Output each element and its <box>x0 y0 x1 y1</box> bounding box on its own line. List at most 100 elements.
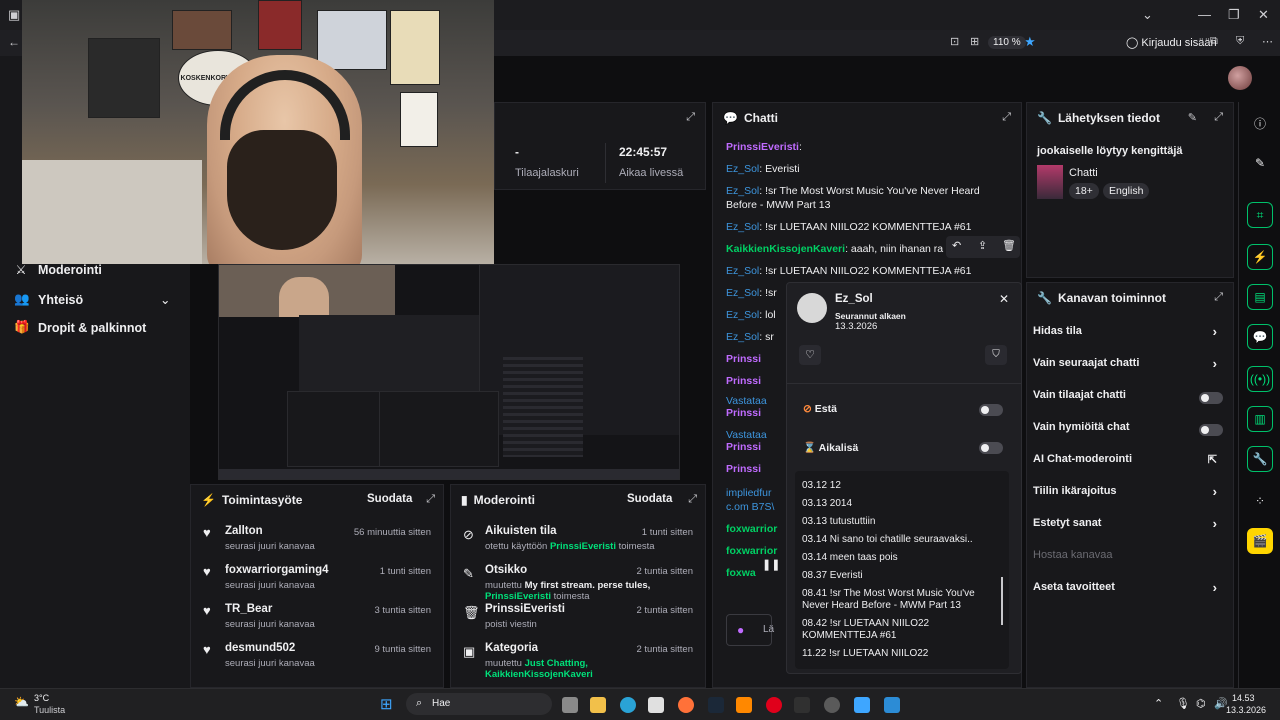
chevron-right-icon[interactable]: › <box>1213 356 1217 371</box>
expand-icon[interactable]: ⤢ <box>688 493 697 506</box>
chat-message[interactable]: Ez_Sol: !sr <box>726 286 784 300</box>
server-icon[interactable]: ▥ <box>1247 406 1273 432</box>
app-menu-icon[interactable]: ▣ <box>8 7 20 23</box>
crop-icon[interactable]: ⌗ <box>1247 202 1273 228</box>
lightning-icon[interactable]: ⚡ <box>1247 244 1273 270</box>
delete-icon[interactable]: 🗑 <box>1002 239 1016 252</box>
control-hidas-tila[interactable]: Hidas tila › <box>1033 324 1225 345</box>
timeout-toggle[interactable] <box>979 442 1003 454</box>
nav-item-moderation[interactable]: ⚔ Moderointi <box>14 262 102 278</box>
vlc-icon[interactable] <box>736 697 752 713</box>
tag-badge[interactable]: English <box>1103 183 1150 199</box>
chevron-right-icon[interactable]: › <box>1213 516 1217 531</box>
expand-icon[interactable]: ⤢ <box>1214 111 1223 124</box>
screen-icon[interactable]: ⊡ <box>950 35 959 48</box>
list-item[interactable]: ♥ desmund502 seurasi juuri kanavaa 9 tuntia… <box>191 638 443 674</box>
chevron-right-icon[interactable]: › <box>1213 324 1217 339</box>
edge-icon[interactable] <box>620 697 636 713</box>
chat-message[interactable]: impliedfur <box>726 486 784 500</box>
chat-message[interactable]: foxwarrior <box>726 544 784 558</box>
restore-icon[interactable]: ❐ <box>1228 7 1240 23</box>
shield-icon[interactable]: ⛨ <box>1236 35 1244 48</box>
app-icon[interactable] <box>884 697 900 713</box>
control-toggle[interactable] <box>1199 392 1223 404</box>
firefox-icon[interactable] <box>678 697 694 713</box>
chat-message[interactable]: Ez_Sol: lol <box>726 308 784 322</box>
chevron-up-icon[interactable]: ⌃ <box>1154 697 1163 710</box>
steam-icon[interactable] <box>708 697 724 713</box>
broadcast-icon[interactable]: ((•)) <box>1247 366 1273 392</box>
chat-message[interactable]: Prinssi <box>726 406 784 420</box>
control-vain-seuraajat-chatti[interactable]: Vain seuraajat chatti › <box>1033 356 1225 377</box>
expand-icon[interactable]: ⤢ <box>1214 291 1223 304</box>
minimize-icon[interactable]: — <box>1198 7 1211 22</box>
control-ai-chat-moderointi[interactable]: AI Chat-moderointi ⇱ <box>1033 453 1225 473</box>
nav-item-drops[interactable]: 🎁 Dropit & palkinnot <box>14 320 146 335</box>
chat-message[interactable]: Ez_Sol: sr <box>726 330 784 344</box>
chat-message[interactable]: Ez_Sol: !sr LUETAAN NIILO22 KOMMENTTEJA … <box>726 220 1002 234</box>
chat-message[interactable]: Prinssi <box>726 440 784 454</box>
dropdown-icon[interactable]: ⌄ <box>1142 7 1153 23</box>
list-item[interactable]: ♥ Zallton seurasi juuri kanavaa 56 minuutti… <box>191 521 443 557</box>
control-estetyt-sanat[interactable]: Estetyt sanat › <box>1033 516 1225 537</box>
apps-icon[interactable]: ⁘ <box>1247 488 1273 514</box>
favorite-star-icon[interactable]: ★ <box>1024 34 1036 50</box>
clock-time[interactable]: 14.53 <box>1232 693 1255 703</box>
list-item[interactable]: ▣ Kategoria muutettu Just Chatting, Kaikki… <box>451 638 705 680</box>
document-icon[interactable]: ▤ <box>1247 284 1273 310</box>
chat-message[interactable]: c.om B7S\ <box>726 500 784 514</box>
chat-message[interactable]: PrinssiEveristi: <box>726 140 1002 154</box>
files-icon[interactable] <box>562 697 578 713</box>
control-toggle[interactable] <box>1199 424 1223 436</box>
paint-icon[interactable] <box>854 697 870 713</box>
zoom-level[interactable]: 110 % <box>988 36 1026 49</box>
windows-start-icon[interactable]: ⊞ <box>380 695 393 713</box>
login-button[interactable]: ◯ Kirjaudu sisään <box>1126 36 1217 49</box>
info-icon[interactable]: ⓘ <box>1247 110 1273 136</box>
chat-message[interactable]: Ez_Sol: !sr LUETAAN NIILO22 KOMMENTTEJA … <box>726 264 1002 278</box>
opera-icon[interactable] <box>766 697 782 713</box>
expand-icon[interactable]: ⤢ <box>1002 111 1011 124</box>
chevron-down-icon[interactable]: ⌄ <box>160 292 170 307</box>
chevron-right-icon[interactable]: › <box>1213 580 1217 595</box>
chat-message[interactable]: Prinssi <box>726 352 784 366</box>
control-vain-tilaajat-chatti[interactable]: Vain tilaajat chatti <box>1033 389 1225 409</box>
chat-message[interactable]: Prinssi <box>726 374 784 388</box>
store-icon[interactable] <box>648 697 664 713</box>
weather-icon[interactable]: ⛅ <box>14 695 29 709</box>
close-window-icon[interactable]: ✕ <box>1258 7 1269 23</box>
terminal-icon[interactable] <box>794 697 810 713</box>
chat-input[interactable]: ● Lä <box>726 614 774 646</box>
expand-icon[interactable]: ⤢ <box>686 111 695 124</box>
nav-item-community[interactable]: 👥 Yhteisö ⌄ <box>14 292 170 307</box>
pin-icon[interactable]: ⇪ <box>978 239 987 252</box>
chat-message[interactable]: foxwarrior <box>726 522 784 536</box>
taskbar-search[interactable]: ⌕ Hae <box>406 693 552 715</box>
control-vain-hymi-it-chat[interactable]: Vain hymiöitä chat <box>1033 421 1225 441</box>
back-arrow-icon[interactable]: ← <box>8 35 20 49</box>
heart-icon[interactable]: ♡ <box>799 345 821 365</box>
pause-icon[interactable]: ❚❚ <box>762 558 780 571</box>
activity-filter-button[interactable]: Suodata <box>367 493 412 505</box>
expand-icon[interactable]: ⤢ <box>426 493 435 506</box>
avatar[interactable] <box>1228 66 1252 90</box>
external-link-icon[interactable]: ⇱ <box>1208 453 1217 466</box>
mic-icon[interactable]: 🎙 <box>1176 697 1190 710</box>
control-tiilin-ik-rajoitus[interactable]: Tiilin ikärajoitus › <box>1033 484 1225 505</box>
list-item[interactable]: ♥ TR_Bear seurasi juuri kanavaa 3 tuntia si… <box>191 599 443 635</box>
clock-date[interactable]: 13.3.2026 <box>1226 705 1266 715</box>
folder-icon[interactable] <box>590 697 606 713</box>
chat-icon[interactable]: 💬 <box>1247 324 1273 350</box>
list-item[interactable]: ♥ foxwarriorgaming4 seurasi juuri kanavaa 1… <box>191 560 443 596</box>
moderation-filter-button[interactable]: Suodata <box>627 493 672 505</box>
scrollbar[interactable] <box>1001 577 1003 625</box>
stream-preview[interactable] <box>218 264 680 480</box>
close-icon[interactable]: ✕ <box>999 292 1009 306</box>
more-menu-icon[interactable]: ⋯ <box>1262 35 1273 48</box>
edit-icon[interactable]: ✎ <box>1188 111 1197 124</box>
clapper-icon[interactable]: 🎬 <box>1247 528 1273 554</box>
list-item[interactable]: ⊘ Aikuisten tila otettu käyttöön PrinssiEv… <box>451 521 705 559</box>
tag-badge[interactable]: 18+ <box>1069 183 1099 199</box>
wrench-icon[interactable]: 🔧 <box>1247 446 1273 472</box>
chat-message[interactable]: Prinssi <box>726 462 784 476</box>
